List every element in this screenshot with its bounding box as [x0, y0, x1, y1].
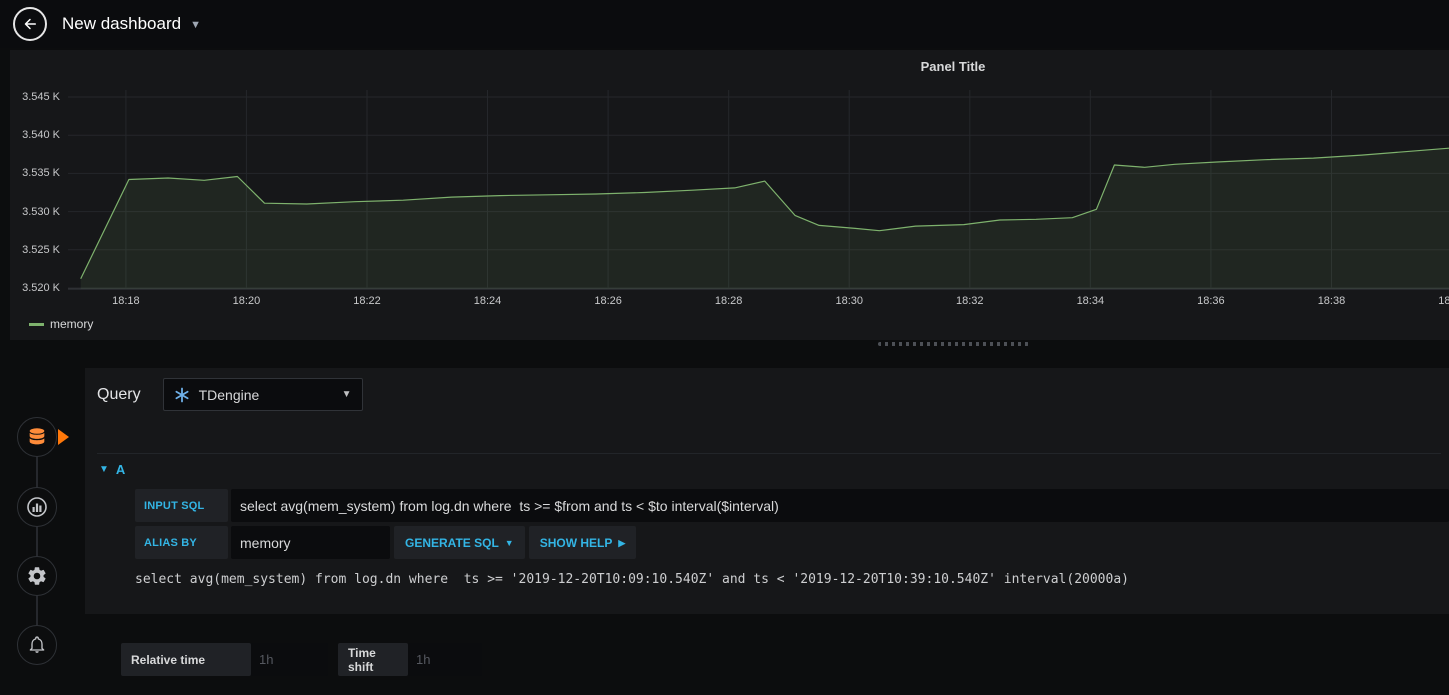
alias-by-label: ALIAS BY [135, 526, 228, 559]
x-axis-tick-label: 18:28 [714, 295, 743, 307]
legend-series-label: memory [50, 317, 94, 331]
x-axis-tick-label: 18:36 [1197, 295, 1225, 307]
chevron-down-icon: ▼ [190, 19, 201, 31]
query-header: Query TDengine ▼ [97, 378, 1437, 411]
options-gap [328, 643, 338, 676]
x-axis-tick-label: 18:20 [232, 295, 261, 307]
legend-series-swatch [29, 322, 44, 326]
arrow-left-icon [24, 18, 36, 30]
dashboard-title-text: New dashboard [62, 14, 182, 33]
query-ref-id: A [115, 461, 126, 477]
x-axis-tick-label: 18:26 [594, 295, 622, 307]
tab-visualization[interactable] [17, 487, 57, 527]
input-sql-field[interactable] [231, 489, 1449, 522]
query-section-title: Query [97, 385, 141, 403]
x-axis-tick-label: 18:38 [1317, 295, 1346, 307]
time-series-chart [68, 90, 1449, 290]
y-axis-tick-label: 3.530 K [22, 205, 60, 218]
legend-item-memory[interactable]: memory [29, 317, 93, 331]
relative-time-label: Relative time [121, 643, 251, 676]
query-ref-row[interactable]: ▼ A [97, 453, 1441, 484]
y-axis-tick-label: 3.535 K [22, 167, 60, 180]
x-axis-tick-label: 18:40 [1438, 295, 1449, 307]
y-axis-tick-label: 3.520 K [22, 282, 60, 294]
show-help-label: SHOW HELP [539, 535, 613, 550]
datasource-name: TDengine [198, 386, 260, 403]
chart-icon [27, 497, 47, 517]
input-sql-label: INPUT SQL [135, 489, 228, 522]
time-options-row: Relative time Time shift [121, 643, 482, 676]
tab-alert[interactable] [17, 625, 57, 665]
panel-title[interactable]: Panel Title [921, 59, 986, 74]
x-axis-tick-label: 18:34 [1076, 295, 1105, 307]
x-axis-tick-label: 18:24 [473, 295, 502, 307]
graph-panel: Panel Title 3.545 K 3.540 K 3.535 K 3.530 K… [10, 50, 1449, 340]
x-axis-tick-label: 18:32 [956, 295, 984, 307]
gear-icon [28, 567, 46, 585]
generated-sql-text: select avg(mem_system) from log.dn where… [135, 572, 1129, 587]
y-axis-tick-label: 3.545 K [22, 91, 60, 104]
tab-queries[interactable] [17, 417, 57, 457]
tdengine-logo-icon [175, 387, 189, 402]
time-shift-input[interactable] [408, 643, 482, 676]
horizontal-scrollbar[interactable] [878, 342, 1029, 346]
tab-rail-connector [36, 437, 38, 645]
back-button[interactable] [13, 7, 47, 41]
bell-icon [29, 636, 45, 653]
y-axis-tick-label: 3.540 K [22, 129, 60, 142]
chevron-right-icon: ▶ [618, 537, 626, 548]
active-tab-arrow [58, 429, 69, 445]
top-navbar: New dashboard ▼ [0, 0, 1449, 48]
relative-time-input[interactable] [251, 643, 328, 676]
x-axis-tick-label: 18:30 [835, 295, 863, 307]
chevron-down-icon: ▼ [341, 389, 352, 400]
y-axis-tick-label: 3.525 K [22, 243, 60, 256]
chevron-down-icon: ▼ [504, 538, 514, 548]
tab-general[interactable] [17, 556, 57, 596]
database-icon [29, 428, 45, 445]
alias-by-field[interactable] [231, 526, 390, 559]
show-help-button[interactable]: SHOW HELP ▶ [528, 526, 637, 559]
query-editor-panel: Query TDengine ▼ ▼ A INPUT SQL ALIAS BY … [85, 368, 1449, 614]
x-axis-tick-label: 18:22 [353, 295, 381, 307]
datasource-picker[interactable]: TDengine ▼ [162, 378, 363, 411]
input-sql-row: INPUT SQL [135, 489, 1449, 522]
generate-sql-label: GENERATE SQL [405, 535, 499, 550]
generate-sql-button[interactable]: GENERATE SQL ▼ [394, 526, 525, 559]
alias-by-row: ALIAS BY GENERATE SQL ▼ SHOW HELP ▶ [135, 526, 1449, 559]
time-shift-label: Time shift [338, 643, 408, 676]
x-axis-tick-label: 18:18 [112, 295, 140, 307]
collapse-caret-icon: ▼ [99, 463, 109, 475]
dashboard-title[interactable]: New dashboard ▼ [62, 0, 201, 48]
